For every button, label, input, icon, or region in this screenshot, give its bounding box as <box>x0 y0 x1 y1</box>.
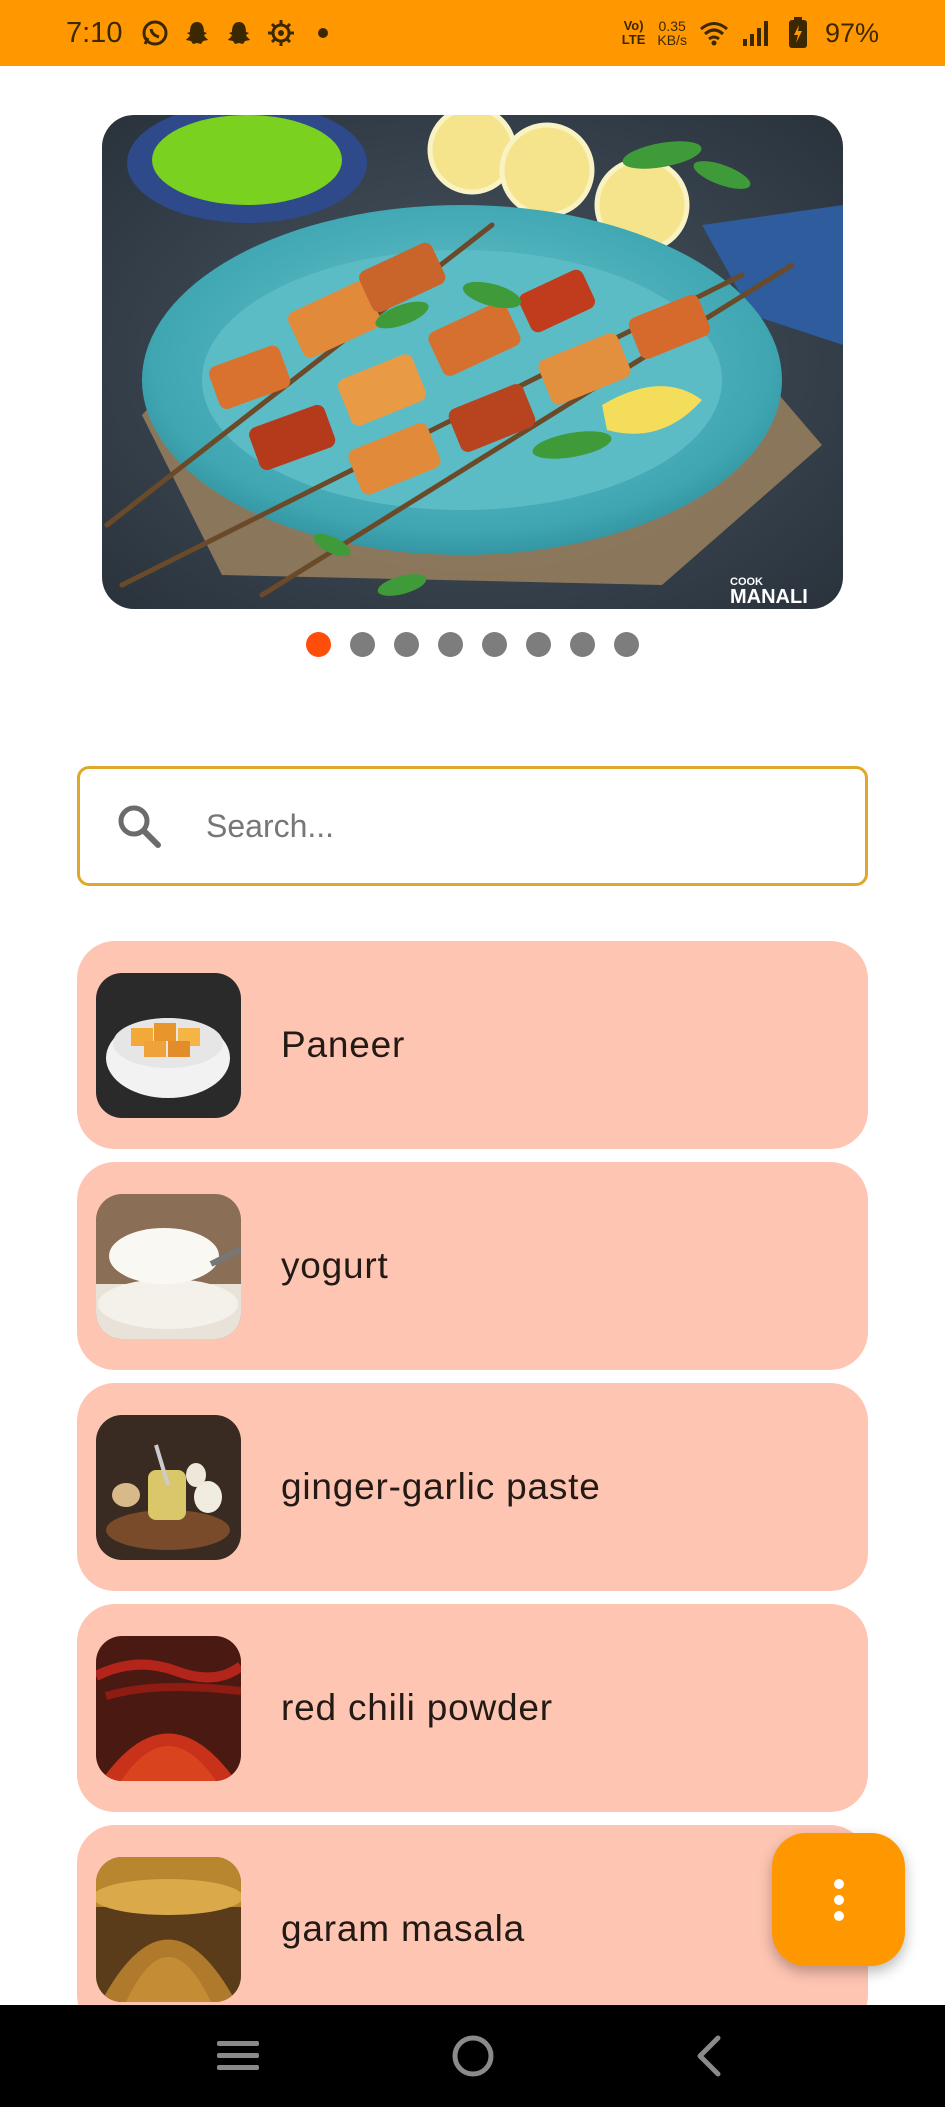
carousel-dot-4[interactable] <box>438 632 463 657</box>
search-placeholder: Search... <box>206 807 335 844</box>
ingredient-thumbnail <box>96 1635 241 1781</box>
ingredient-name: Paneer <box>281 1024 406 1065</box>
more-options-fab[interactable] <box>772 1833 905 1966</box>
carousel-indicator <box>0 632 945 657</box>
ingredient-card-garam-masala[interactable]: garam masala <box>77 1825 868 2033</box>
carousel-dot-1[interactable] <box>306 632 331 657</box>
ingredient-thumbnail <box>96 972 241 1118</box>
snapchat-icon <box>224 18 254 48</box>
ingredient-card-red-chili-powder[interactable]: red chili powder <box>77 1604 868 1812</box>
back-chevron-icon <box>697 2035 720 2077</box>
status-time: 7:10 <box>66 16 123 49</box>
battery-percent: 97% <box>824 17 879 48</box>
ingredient-name: yogurt <box>281 1245 389 1286</box>
recent-apps-button[interactable] <box>208 2026 268 2086</box>
ingredient-list: Paneer yogurt ginger-garlic paste red ch… <box>77 941 868 2046</box>
signal-icon <box>741 18 771 48</box>
ingredient-thumbnail <box>96 1193 241 1339</box>
status-bar: 7:10 Vo) LTE 0.35 KB/s 97% <box>0 0 945 66</box>
volte-indicator: Vo) LTE <box>621 18 646 47</box>
ingredient-card-yogurt[interactable]: yogurt <box>77 1162 868 1370</box>
watermark-bottom: MANALI <box>730 586 808 608</box>
notification-icons <box>140 18 338 48</box>
carousel-dot-7[interactable] <box>570 632 595 657</box>
wifi-icon <box>699 18 729 48</box>
search-input[interactable]: Search... <box>77 766 868 886</box>
home-button[interactable] <box>443 2026 503 2086</box>
carousel-image: COOK MANALI <box>102 115 843 609</box>
carousel-dot-5[interactable] <box>482 632 507 657</box>
snapchat-icon <box>182 18 212 48</box>
system-indicators: Vo) LTE 0.35 KB/s 97% <box>621 17 879 49</box>
menu-icon <box>216 2041 259 2070</box>
app-screen: 7:10 Vo) LTE 0.35 KB/s 97% COOK MANALI S… <box>0 0 945 2107</box>
more-vertical-icon <box>833 1878 844 1921</box>
back-button[interactable] <box>678 2026 738 2086</box>
settings-icon <box>266 18 296 48</box>
battery-charging-icon <box>783 17 813 48</box>
ingredient-card-ginger-garlic-paste[interactable]: ginger-garlic paste <box>77 1383 868 1591</box>
dot-icon <box>308 18 338 48</box>
network-speed: 0.35 KB/s <box>657 18 687 48</box>
carousel-dot-6[interactable] <box>526 632 551 657</box>
whatsapp-icon <box>140 18 170 48</box>
ingredient-name: garam masala <box>281 1908 526 1949</box>
ingredient-name: red chili powder <box>281 1687 553 1728</box>
featured-recipe-carousel[interactable]: COOK MANALI <box>102 115 843 609</box>
ingredient-name: ginger-garlic paste <box>281 1466 601 1507</box>
carousel-dot-8[interactable] <box>614 632 639 657</box>
system-navigation-bar <box>0 2005 945 2107</box>
ingredient-thumbnail <box>96 1856 241 2002</box>
ingredient-card-paneer[interactable]: Paneer <box>77 941 868 1149</box>
carousel-dot-3[interactable] <box>394 632 419 657</box>
carousel-dot-2[interactable] <box>350 632 375 657</box>
search-icon <box>114 801 164 851</box>
ingredient-thumbnail <box>96 1414 241 1560</box>
home-circle-icon <box>452 2035 493 2077</box>
